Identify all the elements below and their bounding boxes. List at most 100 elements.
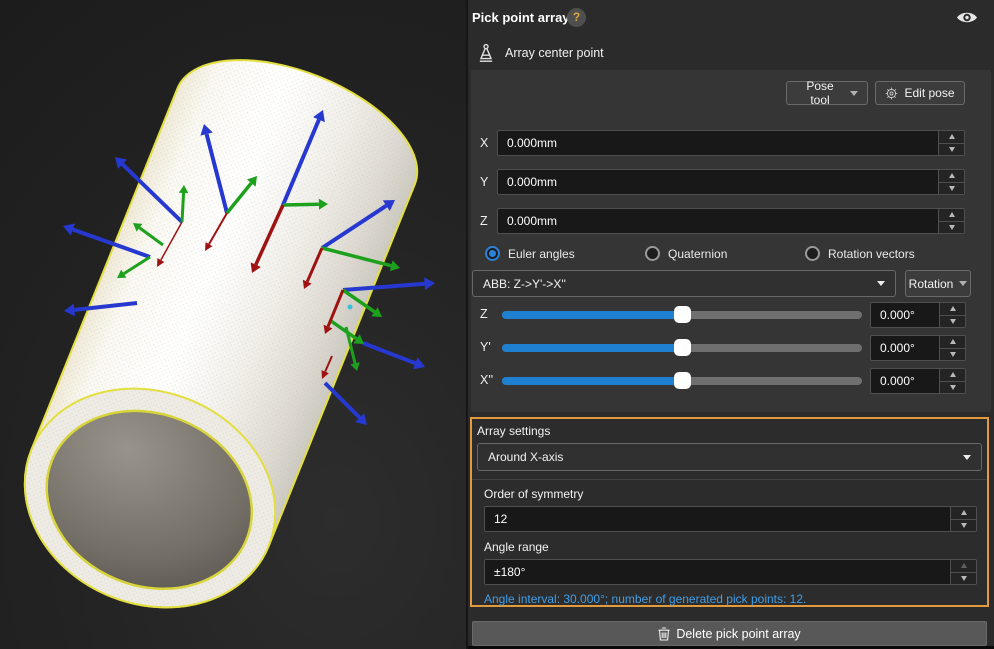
angle-slider[interactable]: [502, 377, 862, 385]
rotation-button[interactable]: Rotation: [905, 270, 971, 297]
z-spinbox: [497, 208, 965, 234]
y-field[interactable]: [498, 170, 938, 194]
divider: [472, 479, 987, 480]
triangle-down-icon: [950, 319, 956, 324]
triangle-down-icon: [949, 225, 955, 230]
pick-point-array-panel: Pick point array ? Array center point Po…: [466, 0, 994, 649]
panel-header: Pick point array ?: [468, 0, 994, 36]
angle-slider[interactable]: [502, 344, 862, 352]
triangle-down-icon: [961, 523, 967, 528]
radio-rotation-vectors[interactable]: Rotation vectors: [805, 246, 915, 261]
order-field[interactable]: [485, 507, 950, 531]
spin-down-button[interactable]: [939, 222, 964, 234]
angle-spinner: [939, 336, 965, 360]
x-spinner: [938, 131, 964, 155]
order-spinner: [950, 507, 976, 531]
spin-down-button[interactable]: [951, 573, 976, 585]
help-badge[interactable]: ?: [567, 8, 586, 27]
x-label: X: [480, 136, 497, 150]
triangle-up-icon: [950, 372, 956, 377]
radio-euler-angles[interactable]: Euler angles: [485, 246, 575, 261]
spin-down-button[interactable]: [951, 520, 976, 532]
slider-label: Z: [480, 307, 488, 321]
spin-down-button[interactable]: [940, 349, 965, 361]
spin-up-button[interactable]: [951, 507, 976, 520]
edit-pose-label: Edit pose: [904, 86, 954, 100]
array-settings-group: Array settings Around X-axis Order of sy…: [470, 417, 989, 607]
position-row-z: Z: [480, 208, 965, 234]
slider-thumb[interactable]: [674, 306, 691, 323]
rotation-label: Rotation: [909, 277, 954, 291]
spin-up-button[interactable]: [940, 369, 965, 382]
radio-label: Euler angles: [508, 247, 575, 261]
pose-toolbar: Pose tool Edit pose: [786, 81, 965, 105]
radio-label: Rotation vectors: [828, 247, 915, 261]
slider-thumb[interactable]: [674, 372, 691, 389]
angle-field[interactable]: [871, 336, 939, 360]
triangle-down-icon: [950, 385, 956, 390]
z-spinner: [938, 209, 964, 233]
angle-row-y: Y': [468, 335, 994, 361]
pose-icon: [476, 43, 496, 64]
chevron-down-icon: [877, 281, 885, 286]
spin-up-button[interactable]: [939, 209, 964, 222]
angle-range-spinbox: [484, 559, 977, 585]
convention-row: ABB: Z->Y'->X'' Rotation: [472, 270, 965, 297]
tube-point-cloud: [0, 29, 439, 644]
chevron-down-icon: [963, 455, 971, 460]
section-title: Array center point: [505, 46, 604, 60]
spin-down-button[interactable]: [940, 382, 965, 394]
pose-tool-button[interactable]: Pose tool: [786, 81, 868, 105]
slider-fill: [502, 377, 682, 385]
euler-convention-select[interactable]: ABB: Z->Y'->X'': [472, 270, 896, 297]
angle-slider[interactable]: [502, 311, 862, 319]
slider-label: X'': [480, 373, 493, 387]
radio-icon: [485, 246, 500, 261]
spin-up-button[interactable]: [939, 170, 964, 183]
angle-range-label: Angle range: [484, 540, 549, 554]
viewport-3d[interactable]: [0, 0, 466, 649]
angle-spinner: [939, 369, 965, 393]
y-spinbox: [497, 169, 965, 195]
array-axis-select[interactable]: Around X-axis: [477, 443, 982, 471]
radio-label: Quaternion: [668, 247, 727, 261]
position-row-y: Y: [480, 169, 965, 195]
spin-down-button[interactable]: [939, 144, 964, 156]
triangle-down-icon: [949, 186, 955, 191]
slider-thumb[interactable]: [674, 339, 691, 356]
spin-up-button[interactable]: [940, 336, 965, 349]
eye-icon[interactable]: [956, 10, 978, 25]
delete-button-label: Delete pick point array: [676, 627, 800, 641]
spin-down-button[interactable]: [940, 316, 965, 328]
angle-spinbox: [870, 368, 966, 394]
angle-spinbox: [870, 335, 966, 361]
spin-up-button[interactable]: [940, 303, 965, 316]
gear-icon: [885, 87, 898, 100]
radio-icon: [645, 246, 660, 261]
spin-down-button[interactable]: [939, 183, 964, 195]
trash-icon: [658, 627, 670, 641]
chevron-down-icon: [850, 91, 858, 96]
page-title: Pick point array: [472, 10, 570, 25]
triangle-up-icon: [949, 134, 955, 139]
delete-pick-point-array-button[interactable]: Delete pick point array: [472, 621, 987, 646]
spin-up-button[interactable]: [939, 131, 964, 144]
edit-pose-button[interactable]: Edit pose: [875, 81, 965, 105]
radio-quaternion[interactable]: Quaternion: [645, 246, 727, 261]
angle-field[interactable]: [871, 369, 939, 393]
triangle-down-icon: [950, 352, 956, 357]
array-settings-title: Array settings: [477, 424, 550, 438]
x-field[interactable]: [498, 131, 938, 155]
angle-range-field[interactable]: [485, 560, 950, 584]
z-field[interactable]: [498, 209, 938, 233]
angle-row-x: X'': [468, 368, 994, 394]
chevron-down-icon: [959, 281, 967, 286]
slider-label: Y': [480, 340, 491, 354]
triangle-up-icon: [949, 173, 955, 178]
angle-field[interactable]: [871, 303, 939, 327]
triangle-up-icon: [961, 510, 967, 515]
slider-fill: [502, 344, 682, 352]
spin-up-button[interactable]: [951, 560, 976, 573]
radio-icon: [805, 246, 820, 261]
array-info-text: Angle interval: 30.000°; number of gener…: [484, 592, 806, 606]
